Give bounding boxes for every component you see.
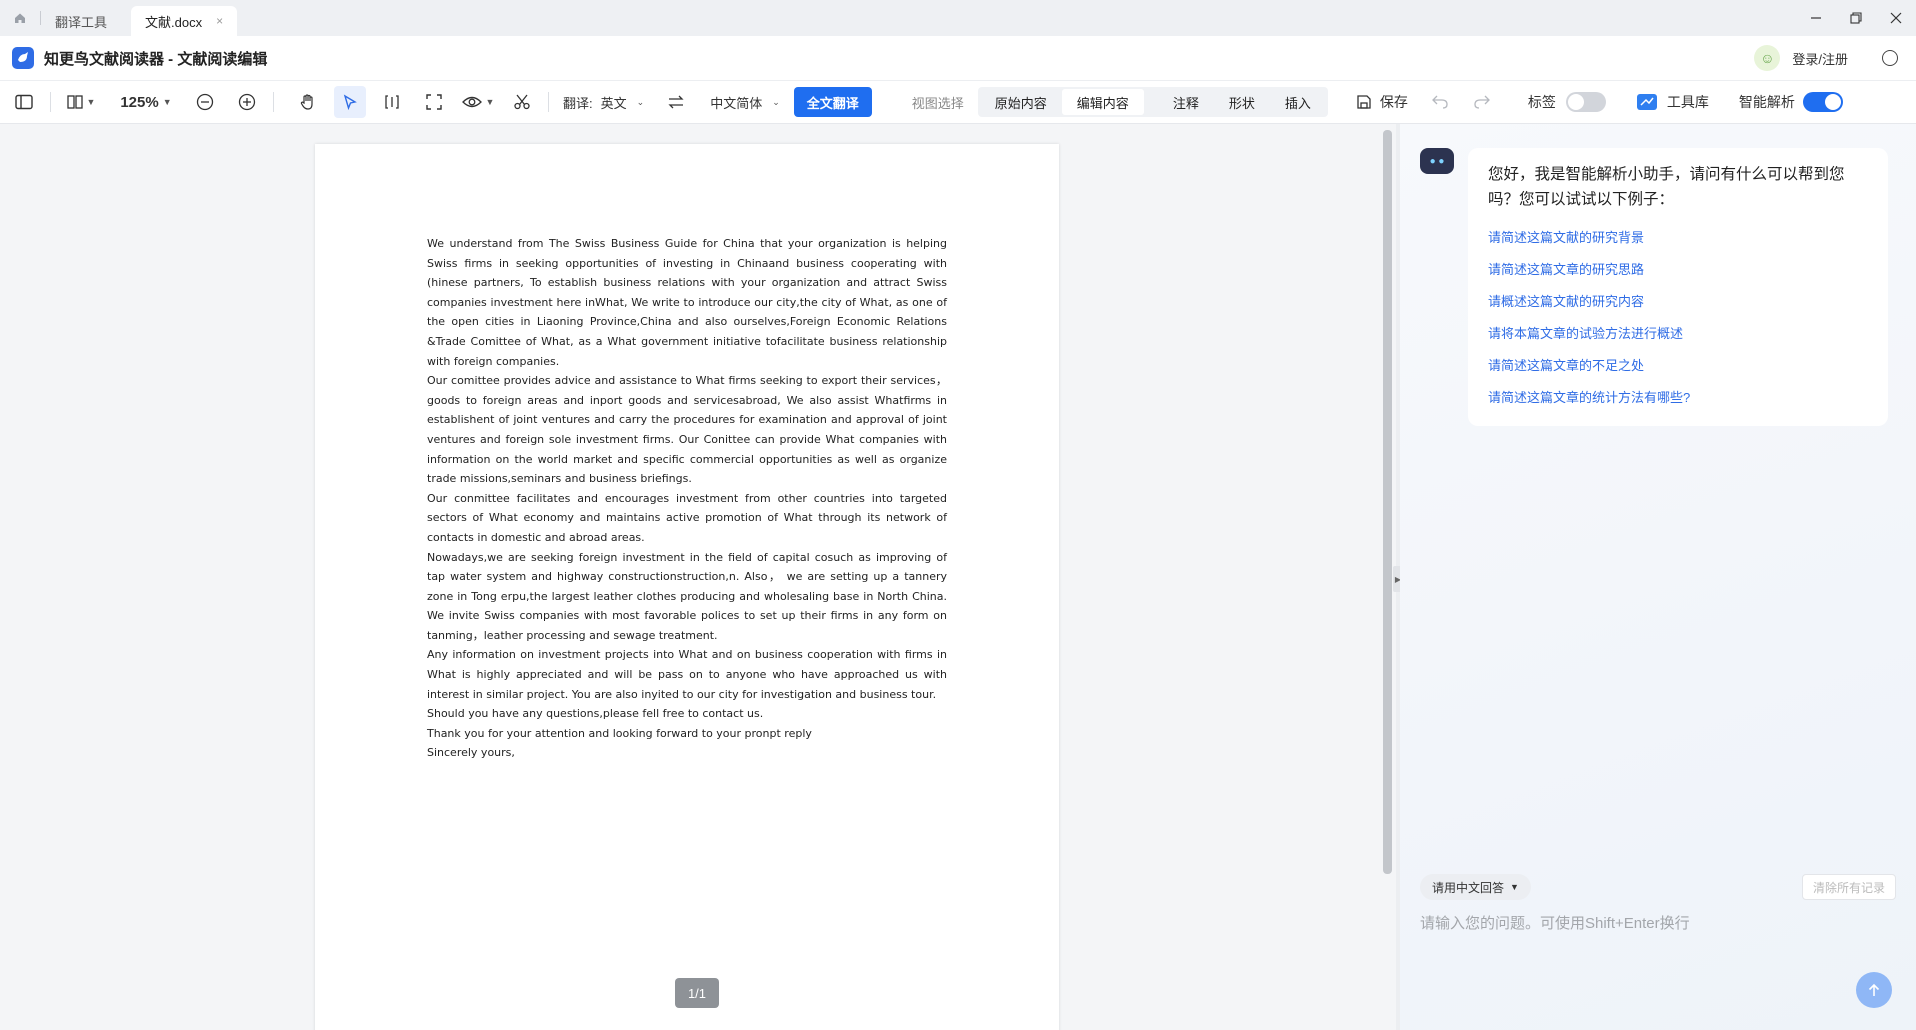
suggestion-link[interactable]: 请将本篇文章的试验方法进行概述 <box>1488 316 1868 348</box>
document-area: We understand from The Swiss Business Gu… <box>0 124 1396 1030</box>
document-page[interactable]: We understand from The Swiss Business Gu… <box>315 144 1059 1030</box>
chevron-down-icon: ⌄ <box>772 96 780 107</box>
toolbox-label: 工具库 <box>1666 94 1709 110</box>
paragraph: Sincerely yours, <box>427 746 515 760</box>
send-button[interactable] <box>1856 972 1892 1008</box>
greeting-text: 您好，我是智能解析小助手，请问有什么可以帮到您吗？您可以试试以下例子： <box>1488 166 1845 208</box>
suggestion-list: 请简述这篇文献的研究背景 请简述这篇文章的研究思路 请概述这篇文献的研究内容 请… <box>1488 220 1868 412</box>
view-mode-tabs: 原始内容 编辑内容 注释 形状 插入 <box>977 87 1328 117</box>
arrow-up-icon <box>1868 983 1880 996</box>
save-button[interactable]: 保存 <box>1356 86 1408 118</box>
tag-toggle[interactable] <box>1565 92 1606 112</box>
page-indicator: 1/1 <box>675 978 719 1008</box>
clear-history-button[interactable]: 清除所有记录 <box>1801 874 1896 900</box>
assistant-panel: ● ● 您好，我是智能解析小助手，请问有什么可以帮到您吗？您可以试试以下例子： … <box>1400 124 1916 1030</box>
divider <box>50 92 51 112</box>
minimize-icon[interactable] <box>1796 0 1836 36</box>
window-controls <box>1796 0 1916 36</box>
source-language-value: 英文 <box>600 95 627 111</box>
paragraph: Our comittee provides advice and assista… <box>427 374 947 486</box>
paragraph: Nowadays,we are seeking foreign investme… <box>427 550 947 642</box>
tab-edit-content[interactable]: 编辑内容 <box>1061 89 1144 115</box>
target-language-dropdown[interactable]: 中文简体 ⌄ <box>710 86 780 118</box>
divider <box>548 92 549 112</box>
close-tab-icon[interactable]: × <box>216 14 223 28</box>
undo-icon[interactable] <box>1424 86 1456 118</box>
smart-parse-label: 智能解析 <box>1738 94 1795 110</box>
paragraph: Any information on investment projects i… <box>427 648 947 701</box>
zoom-out-icon[interactable] <box>189 86 221 118</box>
tag-label: 标签 <box>1527 94 1556 110</box>
suggestion-link[interactable]: 请简述这篇文章的研究思路 <box>1488 252 1868 284</box>
app-logo-icon <box>12 47 34 69</box>
home-icon[interactable] <box>0 0 40 36</box>
tab-translate-tool[interactable]: 翻译工具 <box>41 6 121 36</box>
shape-tool[interactable]: 形状 <box>1214 89 1270 115</box>
suggestion-link[interactable]: 请简述这篇文章的统计方法有哪些? <box>1488 380 1868 412</box>
chevron-down-icon: ▼ <box>162 97 172 107</box>
restore-icon[interactable] <box>1836 0 1876 36</box>
chevron-down-icon: ⌄ <box>636 96 645 107</box>
document-text[interactable]: We understand from The Swiss Business Gu… <box>427 234 947 763</box>
zoom-dropdown[interactable]: 125% ▼ <box>111 86 181 118</box>
suggestion-link[interactable]: 请简述这篇文章的不足之处 <box>1488 348 1868 380</box>
tab-label: 翻译工具 <box>55 14 108 30</box>
user-avatar-icon[interactable]: ☺ <box>1754 45 1781 71</box>
divider <box>273 92 274 112</box>
suggestion-link[interactable]: 请简述这篇文献的研究背景 <box>1488 220 1868 252</box>
paragraph: Thank you for your attention and looking… <box>427 726 812 740</box>
target-language-value: 中文简体 <box>710 95 763 111</box>
eye-icon <box>461 96 482 108</box>
toolbar: ▼ 125% ▼ ▼ 翻译: 英文 ⌄ 中文简体 ⌄ 全文翻译 视图选择 原始内… <box>0 80 1916 124</box>
login-area: ☺ 登录/注册 <box>1754 36 1898 80</box>
toolbox-icon <box>1636 94 1657 110</box>
page-layout-dropdown[interactable]: ▼ <box>61 86 101 118</box>
caret-down-icon: ▼ <box>1510 882 1519 892</box>
answer-language-value: 请用中文回答 <box>1432 880 1505 895</box>
save-label: 保存 <box>1379 94 1408 110</box>
hand-tool-icon[interactable] <box>292 86 324 118</box>
annotate-tool[interactable]: 注释 <box>1158 89 1214 115</box>
text-select-icon[interactable] <box>376 86 408 118</box>
full-translate-button[interactable]: 全文翻译 <box>793 87 872 117</box>
title-bar: 翻译工具 文献.docx × <box>0 0 1916 36</box>
insert-tool[interactable]: 插入 <box>1270 89 1326 115</box>
suggestion-link[interactable]: 请概述这篇文献的研究内容 <box>1488 284 1868 316</box>
smart-parse-toggle[interactable] <box>1802 92 1843 112</box>
redo-icon[interactable] <box>1466 86 1498 118</box>
zoom-value: 125% <box>120 93 159 111</box>
toolbox-button[interactable]: 工具库 <box>1636 86 1709 118</box>
assistant-message: 您好，我是智能解析小助手，请问有什么可以帮到您吗？您可以试试以下例子： 请简述这… <box>1468 148 1888 426</box>
tab-label: 文献.docx <box>145 14 203 30</box>
source-language-dropdown[interactable]: 英文 ⌄ <box>601 86 645 118</box>
close-icon[interactable] <box>1876 0 1916 36</box>
login-link[interactable]: 登录/注册 <box>1792 49 1848 68</box>
view-select-label: 视图选择 <box>911 95 964 111</box>
fullscreen-icon[interactable] <box>418 86 450 118</box>
select-tool-icon[interactable] <box>334 86 366 118</box>
scissors-icon[interactable] <box>506 86 538 118</box>
tab-original-content[interactable]: 原始内容 <box>980 89 1062 115</box>
question-input[interactable] <box>1420 908 1896 938</box>
chevron-down-icon: ▼ <box>485 97 495 107</box>
paragraph: Our conmittee facilitates and encourages… <box>427 491 947 544</box>
bot-avatar-icon: ● ● <box>1420 148 1454 174</box>
tab-document[interactable]: 文献.docx × <box>131 6 238 36</box>
paragraph: Should you have any questions,please fel… <box>427 707 764 721</box>
app-header: 知更鸟文献阅读器 - 文献阅读编辑 ☺ 登录/注册 <box>0 36 1916 80</box>
vertical-scrollbar[interactable] <box>1383 130 1392 874</box>
answer-language-dropdown[interactable]: 请用中文回答 ▼ <box>1420 874 1531 900</box>
translate-label: 翻译: <box>563 95 593 111</box>
view-mode-dropdown[interactable]: ▼ <box>458 86 498 118</box>
columns-icon <box>66 95 83 109</box>
app-title: 知更鸟文献阅读器 - 文献阅读编辑 <box>44 50 268 68</box>
chevron-down-icon: ▼ <box>86 97 96 107</box>
collapse-icon[interactable] <box>1882 50 1898 66</box>
save-icon <box>1357 95 1371 109</box>
zoom-in-icon[interactable] <box>231 86 263 118</box>
paragraph: We understand from The Swiss Business Gu… <box>427 237 947 368</box>
swap-language-icon[interactable] <box>660 86 692 118</box>
sidebar-toggle-icon[interactable] <box>8 86 40 118</box>
